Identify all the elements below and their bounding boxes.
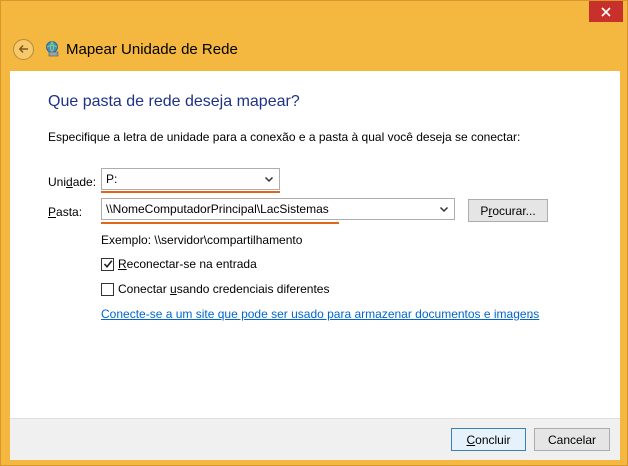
connect-website-link[interactable]: Conecte-se a um site que pode ser usado … <box>101 307 539 321</box>
drive-label: Unidade: <box>48 175 97 189</box>
dialog-window: Mapear Unidade de Rede Que pasta de rede… <box>0 0 628 466</box>
back-arrow-icon <box>18 44 28 54</box>
checkmark-icon <box>103 260 112 269</box>
link-trailing-period: . <box>529 307 533 321</box>
titlebar: Mapear Unidade de Rede <box>9 31 569 67</box>
back-button[interactable] <box>13 38 34 60</box>
credentials-option[interactable]: Conectar usando credenciais diferentes <box>101 282 329 296</box>
browse-button[interactable]: Pr ocurar... <box>468 199 548 222</box>
drive-select[interactable]: P: <box>101 168 280 190</box>
credentials-label: Conectar usando credenciais diferentes <box>118 282 330 296</box>
reconnect-option[interactable]: Reconectar-se na entrada <box>101 257 257 271</box>
close-button[interactable] <box>589 1 623 22</box>
credentials-checkbox[interactable] <box>101 282 114 296</box>
folder-highlight-underline <box>101 222 339 224</box>
chevron-down-icon <box>264 176 274 183</box>
reconnect-checkbox[interactable] <box>101 257 114 271</box>
instruction-text: Especifique a letra de unidade para a co… <box>48 130 521 144</box>
drive-select-value: P: <box>106 172 118 186</box>
window-title: Mapear Unidade de Rede <box>66 40 238 58</box>
folder-label: Pasta: <box>48 205 83 219</box>
finish-button[interactable]: Concluir <box>451 428 526 451</box>
example-text: Exemplo: \\servidor\compartilhamento <box>101 233 303 247</box>
content-pane: Que pasta de rede deseja mapear? Especif… <box>10 71 620 418</box>
network-drive-icon <box>46 41 59 57</box>
cancel-button[interactable]: Cancelar <box>534 428 610 451</box>
drive-highlight-underline <box>101 191 280 193</box>
close-icon <box>601 6 611 17</box>
chevron-down-icon <box>439 206 449 213</box>
dialog-footer: Concluir Cancelar <box>10 418 620 460</box>
page-heading: Que pasta de rede deseja mapear? <box>48 93 300 110</box>
reconnect-label: Reconectar-se na entrada <box>118 257 257 271</box>
folder-combobox-value: \\NomeComputadorPrincipal\LacSistemas <box>106 202 329 216</box>
folder-combobox[interactable]: \\NomeComputadorPrincipal\LacSistemas <box>101 198 455 220</box>
